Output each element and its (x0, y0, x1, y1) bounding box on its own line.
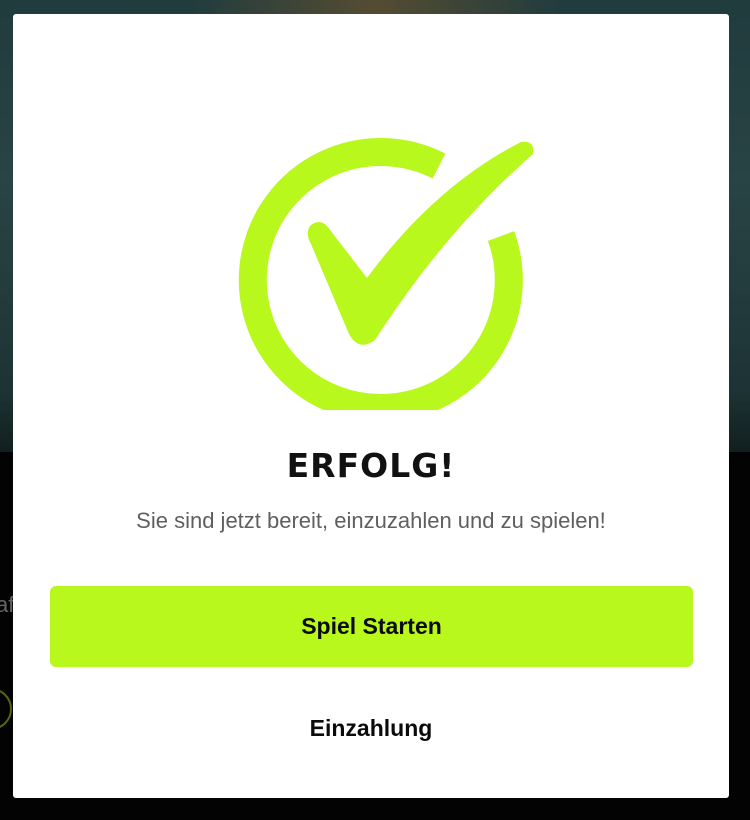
start-game-button[interactable]: Spiel Starten (50, 586, 693, 667)
check-circle-icon (238, 138, 534, 410)
deposit-button[interactable]: Einzahlung (233, 704, 509, 752)
dialog-message: Sie sind jetzt bereit, einzuzahlen und z… (136, 508, 606, 533)
success-dialog: ERFOLG! Sie sind jetzt bereit, einzuzahl… (13, 14, 729, 798)
dialog-title: ERFOLG! (286, 446, 456, 485)
